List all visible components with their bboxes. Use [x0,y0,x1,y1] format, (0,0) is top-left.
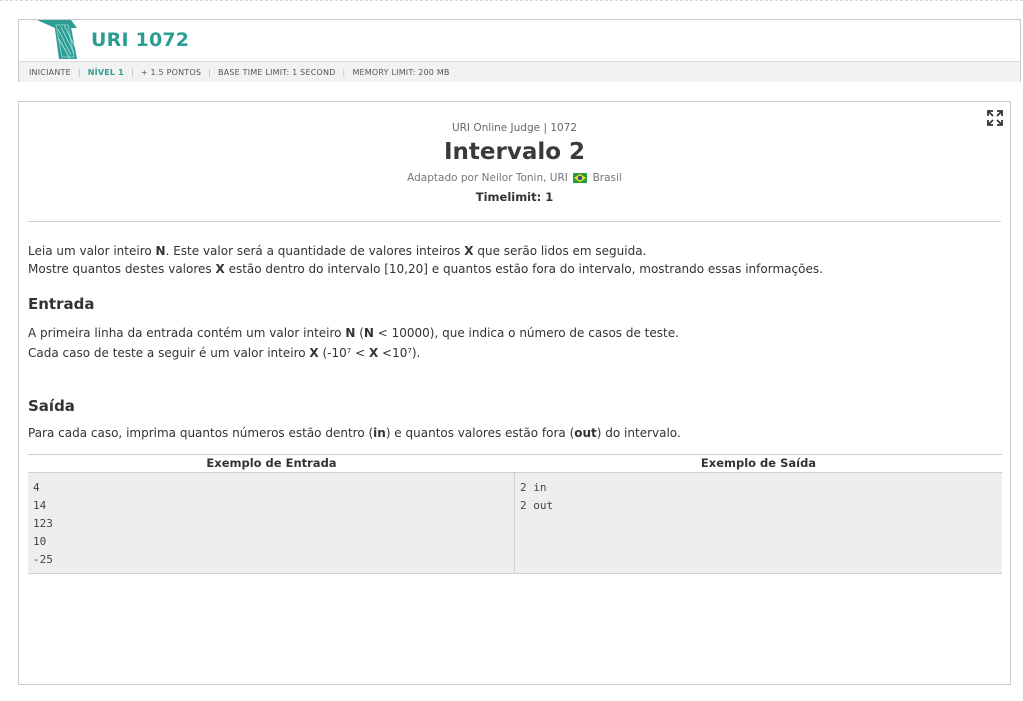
judge-line: URI Online Judge | 1072 [451,122,578,134]
input-line-1: A primeira linha da entrada contém um va… [28,326,679,340]
header-divider [28,221,1001,222]
author-line: Adaptado por Neilor Tonin, URI Brasil [19,172,1010,184]
output-section-body: Para cada caso, imprima quantos números … [28,424,988,442]
output-section-title: Saída [28,397,75,415]
problem-meta-bar: INICIANTE | NÍVEL 1 | + 1.5 PONTOS | BAS… [19,61,1020,82]
description-line-2: Mostre quantos destes valores X estão de… [28,262,823,276]
input-section-title: Entrada [28,295,95,313]
points-label: + 1.5 PONTOS [140,67,202,77]
meta-separator: | [130,67,134,77]
problem-statement-card: URI Online Judge | 1072 Intervalo 2 Adap… [18,101,1011,685]
category-link[interactable]: INICIANTE [29,68,71,77]
example-input-text[interactable]: 4 14 123 10 -25 [28,473,515,573]
brazil-flag-icon [573,173,588,183]
example-output-header: Exemplo de Saída [700,456,817,470]
header-top: URI 1072 [19,20,1020,61]
input-section-body: A primeira linha da entrada contém um va… [28,324,988,362]
meta-separator: | [77,67,81,77]
author-country: Brasil [592,172,622,184]
examples-table: Exemplo de Entrada Exemplo de Saída 4 14… [28,454,1002,574]
problem-description: Leia um valor inteiro N. Este valor será… [28,242,988,278]
input-line-2: Cada caso de teste a seguir é um valor i… [28,346,421,360]
timelimit-label: Timelimit: 1 [475,190,554,204]
description-line-1: Leia um valor inteiro N. Este valor será… [28,244,647,258]
example-output-text[interactable]: 2 in 2 out [515,473,1002,573]
level-label: NÍVEL 1 [87,67,124,77]
problem-title: Intervalo 2 [443,139,586,165]
meta-separator: | [208,67,212,77]
examples-body-row: 4 14 123 10 -25 2 in 2 out [28,473,1002,574]
example-input-header: Exemplo de Entrada [206,456,337,470]
author-name: Adaptado por Neilor Tonin, URI [407,172,568,184]
uri-logo-icon [37,20,77,60]
output-line-1: Para cada caso, imprima quantos números … [28,426,681,440]
memory-limit-label: MEMORY LIMIT: 200 MB [352,67,450,77]
time-limit-label: BASE TIME LIMIT: 1 SECOND [218,67,336,77]
meta-separator: | [342,67,346,77]
examples-header-row: Exemplo de Entrada Exemplo de Saída [28,455,1002,473]
problem-header-card: URI 1072 INICIANTE | NÍVEL 1 | + 1.5 PON… [18,19,1021,82]
problem-code: URI 1072 [91,29,190,51]
top-dashed-border [0,0,1023,2]
